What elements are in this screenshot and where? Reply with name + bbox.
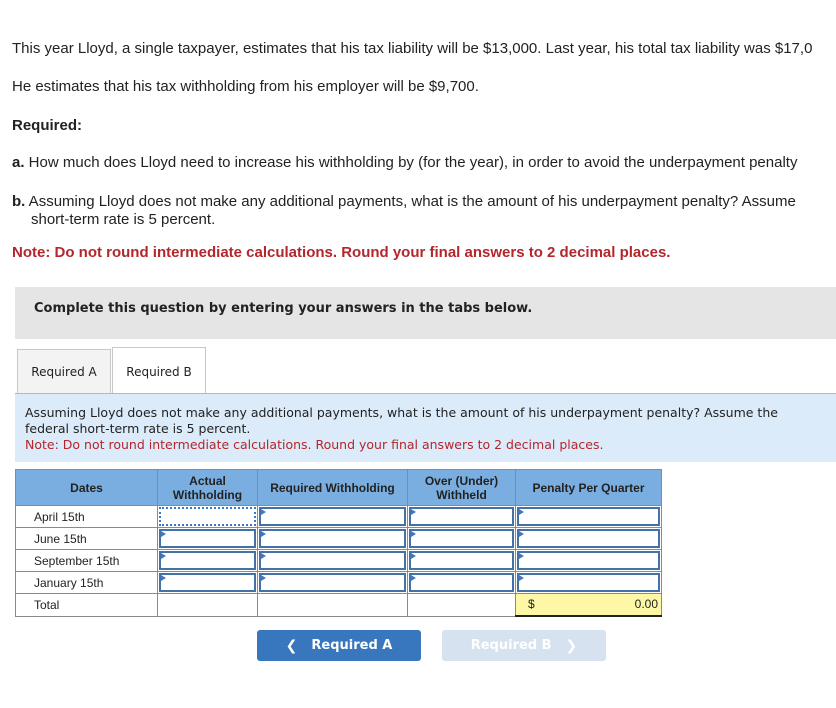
question-b: b. Assuming Lloyd does not make any addi… bbox=[12, 193, 796, 210]
over-under-input[interactable] bbox=[409, 507, 514, 526]
actual-withholding-input[interactable] bbox=[159, 529, 256, 548]
penalty-input[interactable] bbox=[517, 551, 660, 570]
header-required-withholding: Required Withholding bbox=[257, 469, 408, 506]
date-cell: January 15th bbox=[15, 571, 158, 594]
date-cell: June 15th bbox=[15, 527, 158, 550]
header-over-under-withheld: Over (Under) Withheld bbox=[407, 469, 516, 506]
next-required-b-button[interactable]: Required B ❯ bbox=[442, 630, 606, 661]
prompt-note: Note: Do not round intermediate calculat… bbox=[25, 437, 604, 452]
actual-withholding-input[interactable] bbox=[159, 573, 256, 592]
instructions-text: Complete this question by entering your … bbox=[34, 301, 533, 316]
required-withholding-input[interactable] bbox=[259, 529, 406, 548]
prompt-text: Assuming Lloyd does not make any additio… bbox=[25, 405, 778, 436]
tab-required-b[interactable]: Required B bbox=[112, 347, 206, 395]
total-over-under-cell bbox=[407, 593, 516, 617]
previous-required-a-button[interactable]: ❮ Required A bbox=[257, 630, 421, 661]
question-a: a. How much does Lloyd need to increase … bbox=[12, 154, 797, 171]
rounding-note: Note: Do not round intermediate calculat… bbox=[12, 244, 671, 261]
question-a-text: How much does Lloyd need to increase his… bbox=[24, 154, 798, 171]
penalty-input[interactable] bbox=[517, 573, 660, 592]
required-withholding-input[interactable] bbox=[259, 573, 406, 592]
chevron-left-icon: ❮ bbox=[285, 637, 298, 654]
header-penalty-per-quarter: Penalty Per Quarter bbox=[515, 469, 662, 506]
date-cell: September 15th bbox=[15, 549, 158, 572]
table-row: June 15th bbox=[15, 527, 662, 550]
question-a-label: a. bbox=[12, 154, 25, 171]
total-penalty-value: 0.00 bbox=[634, 597, 658, 611]
penalty-input[interactable] bbox=[517, 507, 660, 526]
over-under-input[interactable] bbox=[409, 551, 514, 570]
previous-button-label: Required A bbox=[311, 638, 393, 653]
next-button-label: Required B bbox=[470, 638, 552, 653]
question-b-label: b. bbox=[12, 193, 26, 210]
chevron-right-icon: ❯ bbox=[565, 637, 578, 654]
question-b-continued: short-term rate is 5 percent. bbox=[31, 211, 216, 228]
total-label: Total bbox=[15, 593, 158, 617]
total-actual-cell bbox=[157, 593, 258, 617]
total-penalty-cell: $ 0.00 bbox=[515, 593, 662, 617]
currency-symbol: $ bbox=[528, 597, 535, 611]
over-under-input[interactable] bbox=[409, 573, 514, 592]
table-row: January 15th bbox=[15, 571, 662, 594]
over-under-input[interactable] bbox=[409, 529, 514, 548]
header-actual-withholding: Actual Withholding bbox=[157, 469, 258, 506]
intro-line-2: He estimates that his tax withholding fr… bbox=[12, 78, 479, 95]
table-header-row: Dates Actual Withholding Required Withho… bbox=[15, 469, 662, 506]
question-b-text: Assuming Lloyd does not make any additio… bbox=[25, 193, 796, 210]
actual-withholding-input[interactable] bbox=[159, 551, 256, 570]
tab-required-a[interactable]: Required A bbox=[17, 349, 111, 394]
penalty-table: Dates Actual Withholding Required Withho… bbox=[15, 469, 662, 617]
required-withholding-input[interactable] bbox=[259, 551, 406, 570]
table-row: April 15th bbox=[15, 505, 662, 528]
total-required-cell bbox=[257, 593, 408, 617]
header-dates: Dates bbox=[15, 469, 158, 506]
required-heading: Required: bbox=[12, 117, 83, 134]
table-row: September 15th bbox=[15, 549, 662, 572]
required-withholding-input[interactable] bbox=[259, 507, 406, 526]
penalty-input[interactable] bbox=[517, 529, 660, 548]
intro-line-1: This year Lloyd, a single taxpayer, esti… bbox=[12, 40, 813, 57]
question-prompt: Assuming Lloyd does not make any additio… bbox=[15, 394, 836, 462]
total-row: Total $ 0.00 bbox=[15, 593, 662, 617]
actual-withholding-input[interactable] bbox=[159, 507, 256, 526]
instructions-banner: Complete this question by entering your … bbox=[15, 287, 836, 339]
date-cell: April 15th bbox=[15, 505, 158, 528]
